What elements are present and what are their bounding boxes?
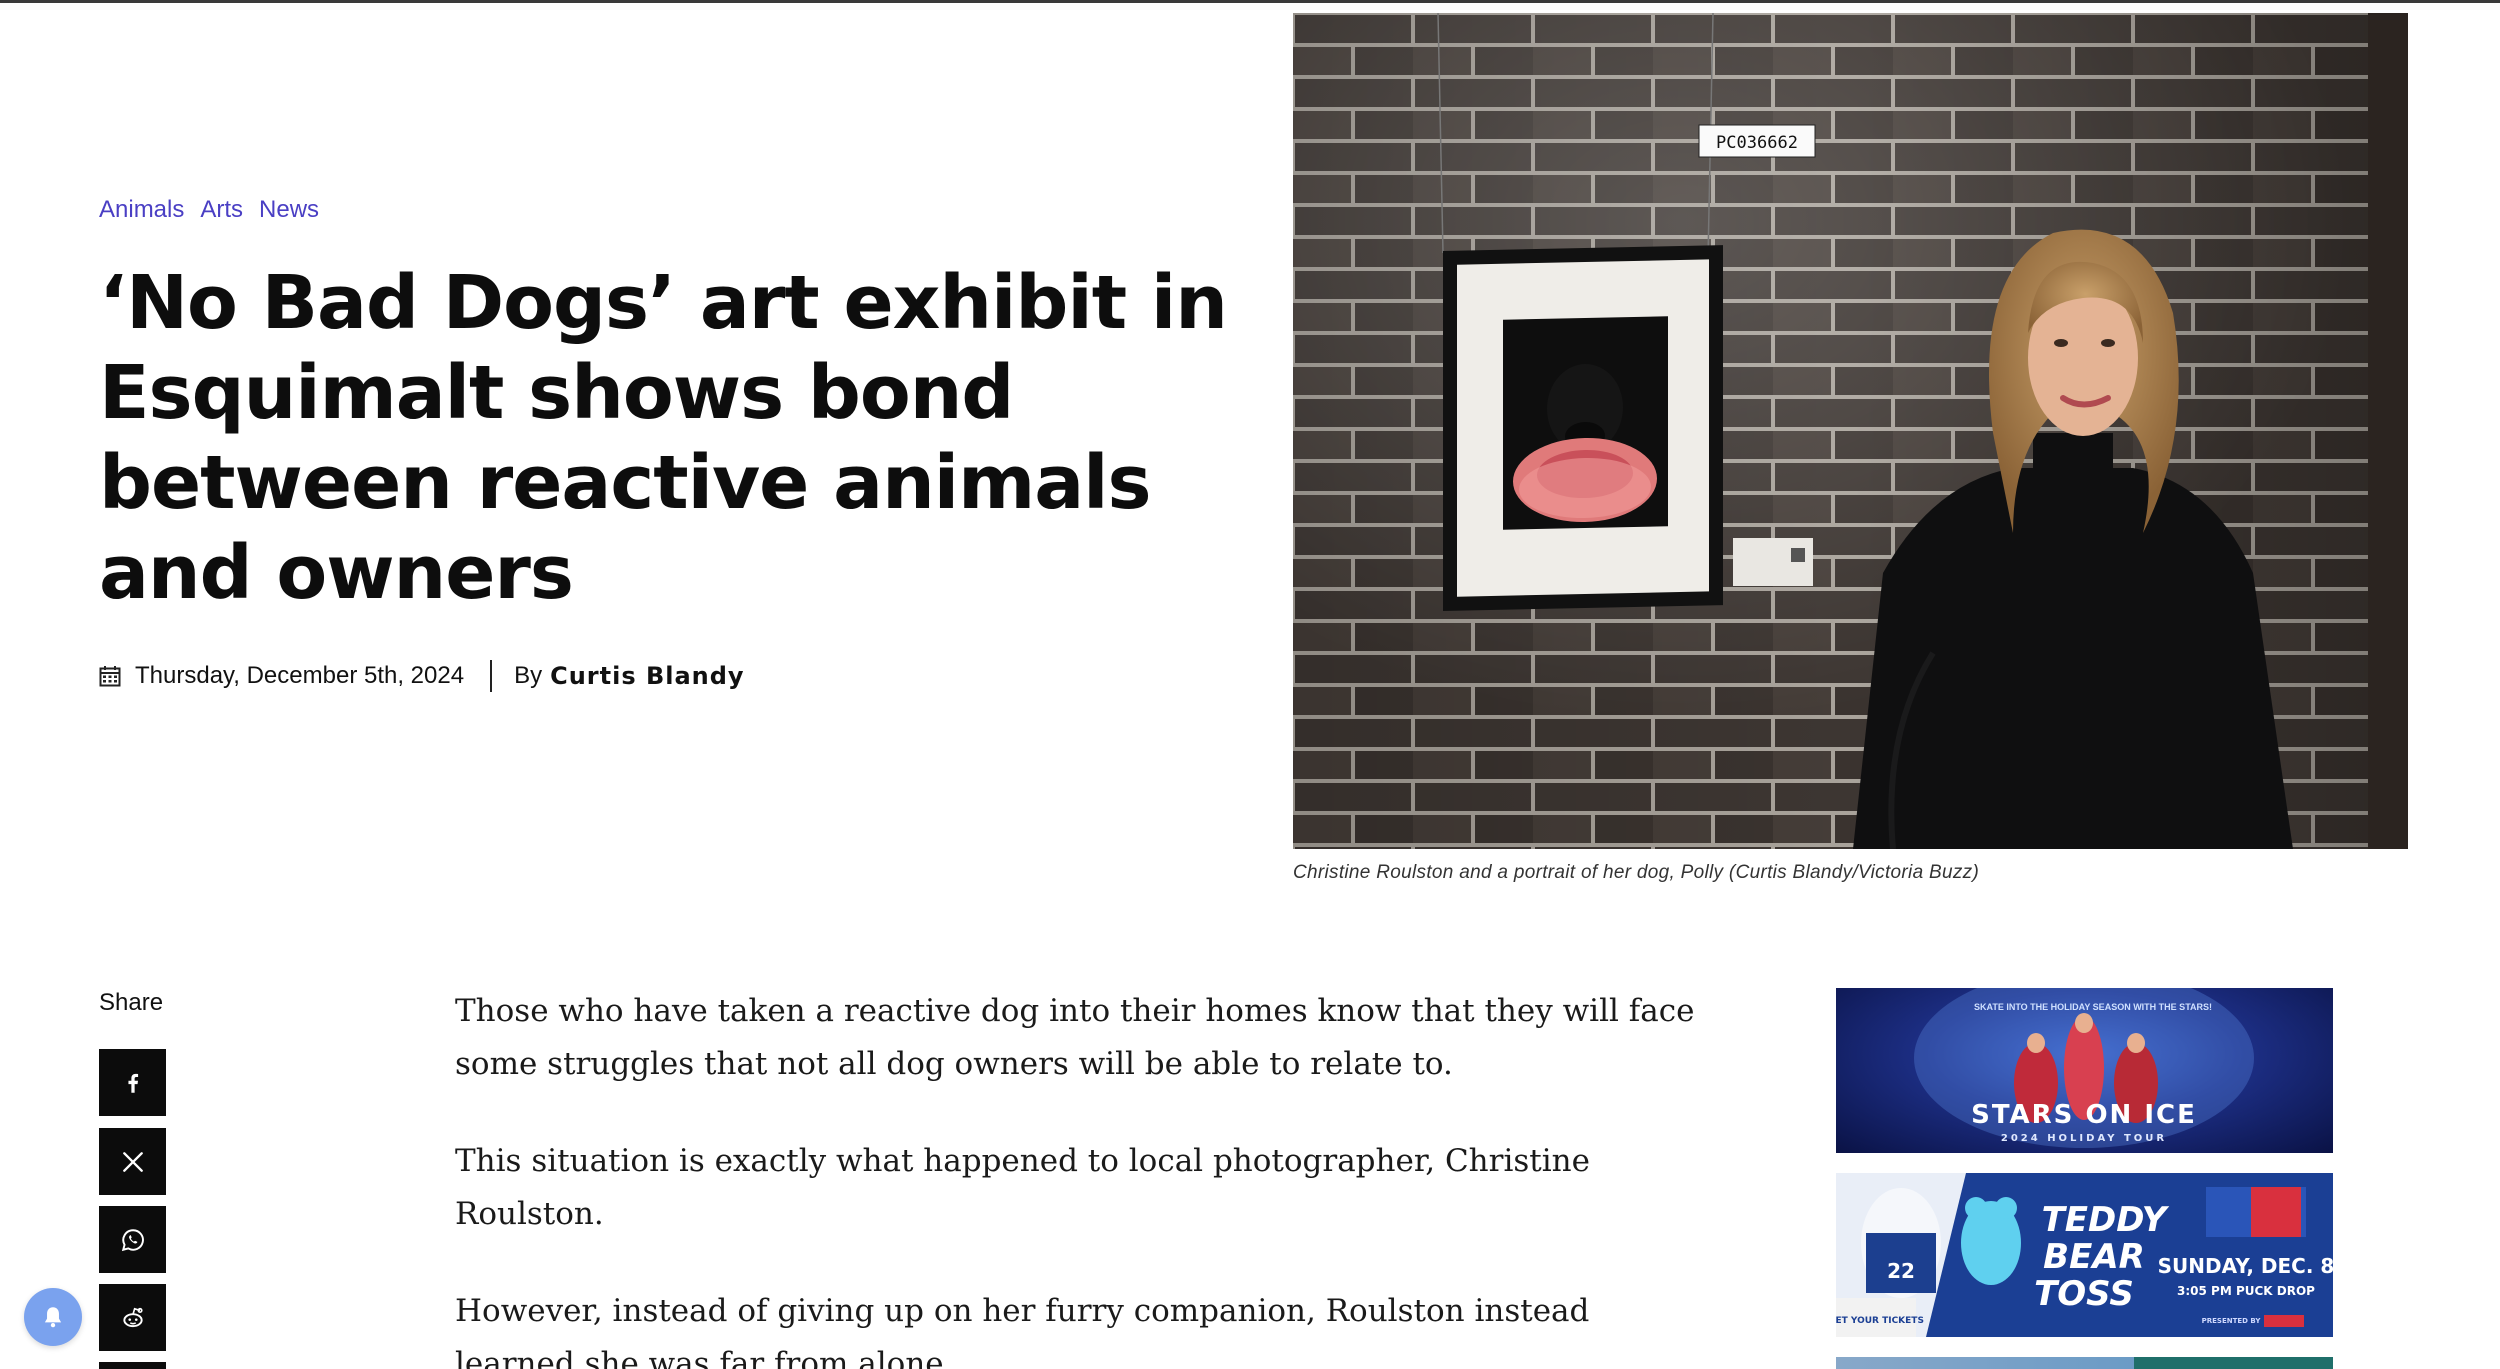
ad-tagline: SKATE INTO THE HOLIDAY SEASON WITH THE S… xyxy=(1974,1002,2212,1012)
photo-tag: PC036662 xyxy=(1716,133,1798,153)
article-paragraph: Those who have taken a reactive dog into… xyxy=(455,993,1695,1082)
ad-title-3: TOSS xyxy=(2034,1274,2134,1314)
category-animals[interactable]: Animals xyxy=(99,196,184,224)
facebook-icon xyxy=(127,1073,138,1093)
share-more-button[interactable] xyxy=(99,1362,166,1369)
bell-icon xyxy=(44,1307,62,1328)
ad-partial[interactable] xyxy=(1836,1357,2333,1369)
article-title: ‘No Bad Dogs’ art exhibit in Esquimalt s… xyxy=(99,260,1228,616)
share-whatsapp-button[interactable] xyxy=(99,1206,166,1273)
article-paragraph: This situation is exactly what happened … xyxy=(455,1143,1590,1232)
category-list: Animals Arts News xyxy=(99,196,319,224)
ad-brand: STARS ON ICE xyxy=(1971,1100,2197,1130)
notification-bell-button[interactable] xyxy=(24,1288,82,1346)
hero-photo: PC036662 xyxy=(1293,13,2408,849)
calendar-icon xyxy=(99,666,121,687)
ad-cta: GET YOUR TICKETS xyxy=(1836,1316,1924,1326)
category-arts[interactable]: Arts xyxy=(200,196,243,224)
ad-date: SUNDAY, DEC. 8 xyxy=(2158,1254,2333,1278)
share-x-button[interactable] xyxy=(99,1128,166,1195)
top-rule xyxy=(0,0,2500,3)
article-paragraph: However, instead of giving up on her fur… xyxy=(455,1293,1590,1369)
share-facebook-button[interactable] xyxy=(99,1049,166,1116)
x-icon xyxy=(122,1151,143,1172)
share-reddit-button[interactable] xyxy=(99,1284,166,1351)
ad-subtitle: 2024 HOLIDAY TOUR xyxy=(2001,1133,2167,1144)
ad-title-2: BEAR xyxy=(2043,1237,2145,1277)
article-meta: Thursday, December 5th, 2024 By Curtis B… xyxy=(99,660,745,692)
ad-jersey-number: 22 xyxy=(1887,1259,1915,1283)
reddit-icon xyxy=(122,1307,143,1327)
author-link[interactable]: Curtis Blandy xyxy=(550,662,745,690)
whatsapp-icon xyxy=(121,1228,144,1251)
article-date: Thursday, December 5th, 2024 xyxy=(135,662,465,689)
ad-time: 3:05 PM PUCK DROP xyxy=(2177,1284,2315,1298)
ad-teddy-bear-toss[interactable]: 22 TEDDY BEAR TOSS GET YOUR TICKETS SUND… xyxy=(1836,1173,2333,1337)
ad-title-1: TEDDY xyxy=(2042,1200,2170,1240)
share-label: Share xyxy=(99,989,164,1016)
ad-sponsor: PRESENTED BY xyxy=(2202,1317,2262,1325)
meta-divider xyxy=(490,660,493,692)
photo-caption: Christine Roulston and a portrait of her… xyxy=(1293,862,1980,883)
article-body: Those who have taken a reactive dog into… xyxy=(455,985,1715,1369)
category-news[interactable]: News xyxy=(259,196,319,224)
byline-label: By xyxy=(514,662,543,689)
ad-stars-on-ice[interactable]: SKATE INTO THE HOLIDAY SEASON WITH THE S… xyxy=(1836,988,2333,1153)
